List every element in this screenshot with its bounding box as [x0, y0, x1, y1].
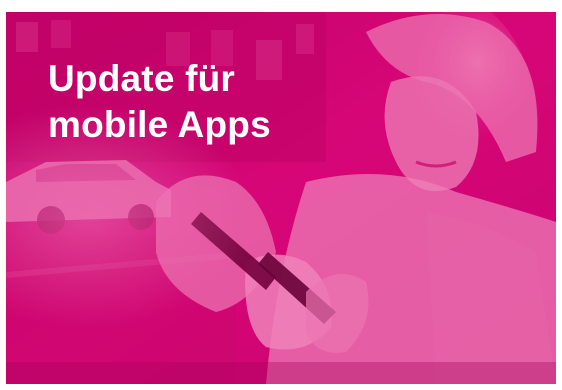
- headline-line-2: mobile Apps: [48, 104, 271, 145]
- banner-headline: Update für mobile Apps: [48, 56, 271, 148]
- promo-banner[interactable]: Update für mobile Apps: [6, 12, 556, 384]
- headline-line-1: Update für: [48, 58, 235, 99]
